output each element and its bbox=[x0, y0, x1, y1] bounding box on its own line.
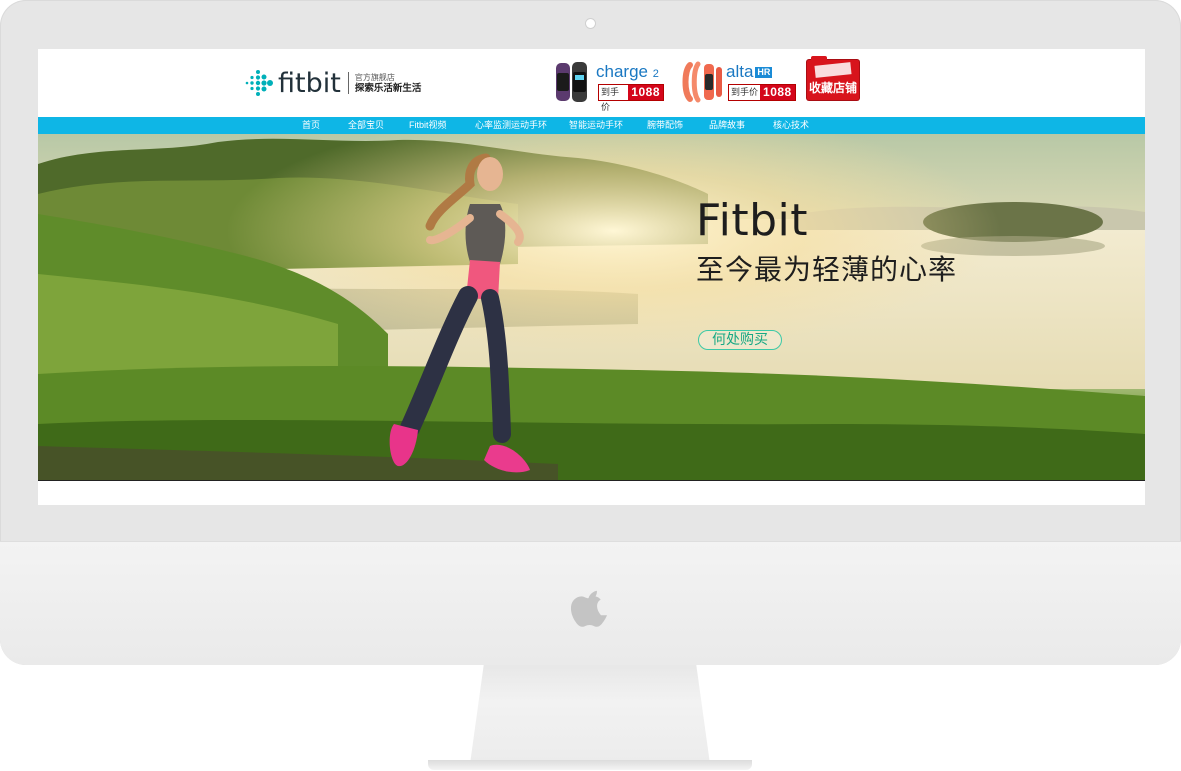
favorite-store-label: 收藏店铺 bbox=[808, 81, 857, 95]
tagline-small: 官方旗舰店 bbox=[354, 73, 395, 82]
apple-logo-icon bbox=[570, 590, 607, 627]
promo-charge2[interactable]: charge 2 到手价 1088 bbox=[552, 61, 664, 112]
charge2-watch-image bbox=[556, 62, 587, 102]
nav-item-brand-story[interactable]: 品牌故事 bbox=[709, 117, 745, 134]
nav-item-accessories[interactable]: 腕带配饰 bbox=[647, 117, 683, 134]
folder-icon bbox=[811, 56, 827, 62]
nav-item-smart-bands[interactable]: 智能运动手环 bbox=[569, 117, 623, 134]
price-value: 1088 bbox=[628, 85, 663, 100]
price-label: 到手价 bbox=[729, 85, 761, 100]
browser-screen: fitbit 官方旗舰店 探索乐活新生活 charge 2 到手价 1088 a… bbox=[38, 49, 1145, 505]
folder-sheet bbox=[814, 62, 852, 78]
nav-item-home[interactable]: 首页 bbox=[302, 117, 320, 134]
brand-tagline: 官方旗舰店 探索乐活新生活 bbox=[355, 72, 422, 94]
fitbit-logo-icon bbox=[245, 70, 273, 96]
hero-banner[interactable]: Fitbit 至今最为轻薄的心率 何处购买 bbox=[38, 134, 1145, 481]
nav-item-hr-bands[interactable]: 心率监测运动手环 bbox=[475, 117, 547, 134]
nav-item-core-tech[interactable]: 核心技术 bbox=[773, 117, 809, 134]
hero-subtitle: 至今最为轻薄的心率 bbox=[696, 254, 958, 285]
brand-logo[interactable]: fitbit 官方旗舰店 探索乐活新生活 bbox=[244, 65, 421, 101]
hero-photo bbox=[38, 134, 1145, 480]
price-value: 1088 bbox=[760, 85, 795, 100]
hero-title: Fitbit bbox=[696, 195, 808, 246]
where-to-buy-button[interactable]: 何处购买 bbox=[698, 330, 782, 350]
nav-item-videos[interactable]: Fitbit视频 bbox=[409, 117, 447, 134]
promo-price-tag: 到手价 1088 bbox=[728, 84, 796, 101]
imac-stand bbox=[470, 660, 710, 764]
promo-price-tag: 到手价 1088 bbox=[598, 84, 664, 112]
price-label: 到手价 bbox=[599, 85, 629, 112]
promo-alta-hr[interactable]: alta HR 到手价 1088 bbox=[682, 61, 800, 103]
store-nav-bar: 首页 全部宝贝 Fitbit视频 心率监测运动手环 智能运动手环 腕带配饰 品牌… bbox=[38, 117, 1145, 134]
promo-product-name: alta HR bbox=[726, 62, 773, 81]
imac-stand-base bbox=[428, 760, 752, 770]
brand-divider bbox=[347, 72, 349, 94]
promo-product-name: charge 2 bbox=[596, 62, 659, 81]
camera-icon bbox=[586, 19, 595, 28]
favorite-store-button[interactable]: 收藏店铺 bbox=[807, 56, 859, 100]
tagline-main: 探索乐活新生活 bbox=[354, 83, 422, 94]
store-header: fitbit 官方旗舰店 探索乐活新生活 charge 2 到手价 1088 a… bbox=[38, 49, 1145, 117]
nav-item-all-products[interactable]: 全部宝贝 bbox=[348, 117, 384, 134]
brand-name: fitbit bbox=[278, 67, 341, 99]
alta-hr-watch-image bbox=[682, 61, 722, 103]
imac-frame: fitbit 官方旗舰店 探索乐活新生活 charge 2 到手价 1088 a… bbox=[0, 0, 1181, 665]
